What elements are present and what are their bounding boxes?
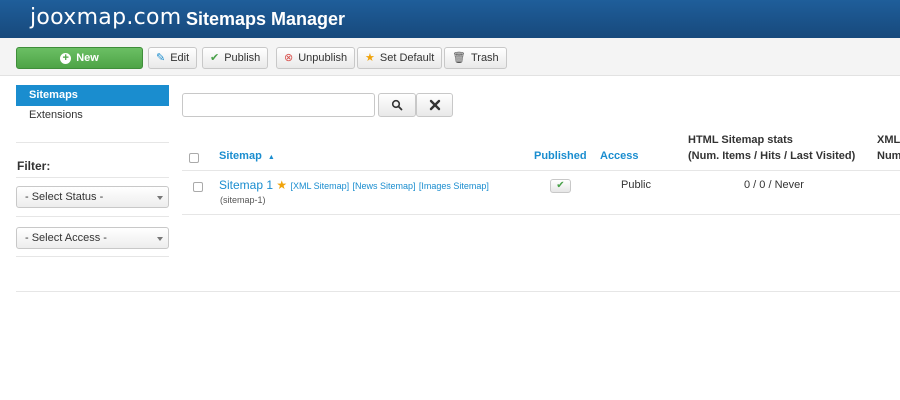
edit-button[interactable]: ✎ Edit [148,47,198,69]
access-column-header[interactable]: Access [600,150,639,162]
set-default-button[interactable]: ★ Set Default [357,47,443,69]
sidebar-item-extensions[interactable]: Extensions [29,109,83,121]
access-value: Public [621,179,651,191]
cancel-circle-icon: ⊗ [284,51,294,64]
xml-stats-column-subheader: Num [877,150,900,162]
status-select-value: - Select Status - [25,191,104,203]
edit-button-label: Edit [170,52,190,64]
check-icon: ✔ [556,180,565,191]
filter-label: Filter: [17,159,51,173]
news-sitemap-link[interactable]: [News Sitemap] [353,181,416,191]
status-select[interactable]: - Select Status - [16,186,169,208]
table-divider [182,214,900,215]
chevron-down-icon [157,237,163,241]
trash-button-label: Trash [470,52,499,64]
sidebar-item-sitemaps[interactable]: Sitemaps [16,85,169,106]
new-button-label: New [76,52,99,64]
publish-button[interactable]: ✔ Publish [202,47,269,69]
site-logo[interactable]: jooxmap.com [30,5,182,30]
check-icon: ✔ [210,51,220,64]
sidebar-divider [16,256,169,257]
unpublish-button-label: Unpublish [298,52,348,64]
sidebar-divider [16,142,169,143]
sitemap-column-label: Sitemap [219,150,262,162]
html-stats-value: 0 / 0 / Never [744,179,804,191]
select-all-checkbox[interactable] [189,153,199,163]
default-star-icon[interactable]: ★ [276,178,287,192]
table-divider [182,170,900,171]
sidebar-divider [16,216,169,217]
table-row: Sitemap 1 ★ [XML Sitemap] [News Sitemap]… [219,178,489,192]
xml-sitemap-link[interactable]: [XML Sitemap] [290,181,349,191]
toolbar: + New ✎ Edit ✔ Publish ⊗ Unpublish ★ Set… [0,38,900,76]
close-icon [429,99,440,111]
images-sitemap-link[interactable]: [Images Sitemap] [419,181,489,191]
publish-button-label: Publish [224,52,261,64]
access-select-value: - Select Access - [25,232,107,244]
page-title: Sitemaps Manager [186,9,346,29]
sitemap-alias: (sitemap-1) [220,195,266,205]
sitemap-name-link[interactable]: Sitemap 1 [219,178,273,192]
sort-ascending-icon: ▲ [267,154,275,161]
html-stats-column-subheader: (Num. Items / Hits / Last Visited) [688,150,856,162]
chevron-down-icon [157,196,163,200]
access-select[interactable]: - Select Access - [16,227,169,249]
clear-search-button[interactable] [416,93,453,117]
content-footer-divider [16,291,900,292]
sitemap-column-header[interactable]: Sitemap ▲ [219,150,275,162]
edit-icon: ✎ [156,51,166,64]
sidebar-divider [16,177,169,178]
published-toggle[interactable]: ✔ [550,179,571,193]
published-column-header[interactable]: Published [534,150,587,162]
search-input[interactable] [182,93,375,117]
search-button[interactable] [378,93,416,117]
row-checkbox[interactable] [193,182,203,192]
set-default-button-label: Set Default [379,52,435,64]
app-header: jooxmap.com Sitemaps Manager [0,0,900,38]
trash-button[interactable]: 🗑 Trash [444,47,507,69]
unpublish-button[interactable]: ⊗ Unpublish [276,47,356,69]
trash-icon: 🗑 [452,51,466,64]
plus-circle-icon: + [60,52,72,64]
xml-stats-column-header: XML [877,134,900,146]
html-stats-column-header: HTML Sitemap stats [688,134,793,146]
search-icon [391,99,403,111]
new-button[interactable]: + New [16,47,143,69]
star-icon: ★ [365,51,375,64]
